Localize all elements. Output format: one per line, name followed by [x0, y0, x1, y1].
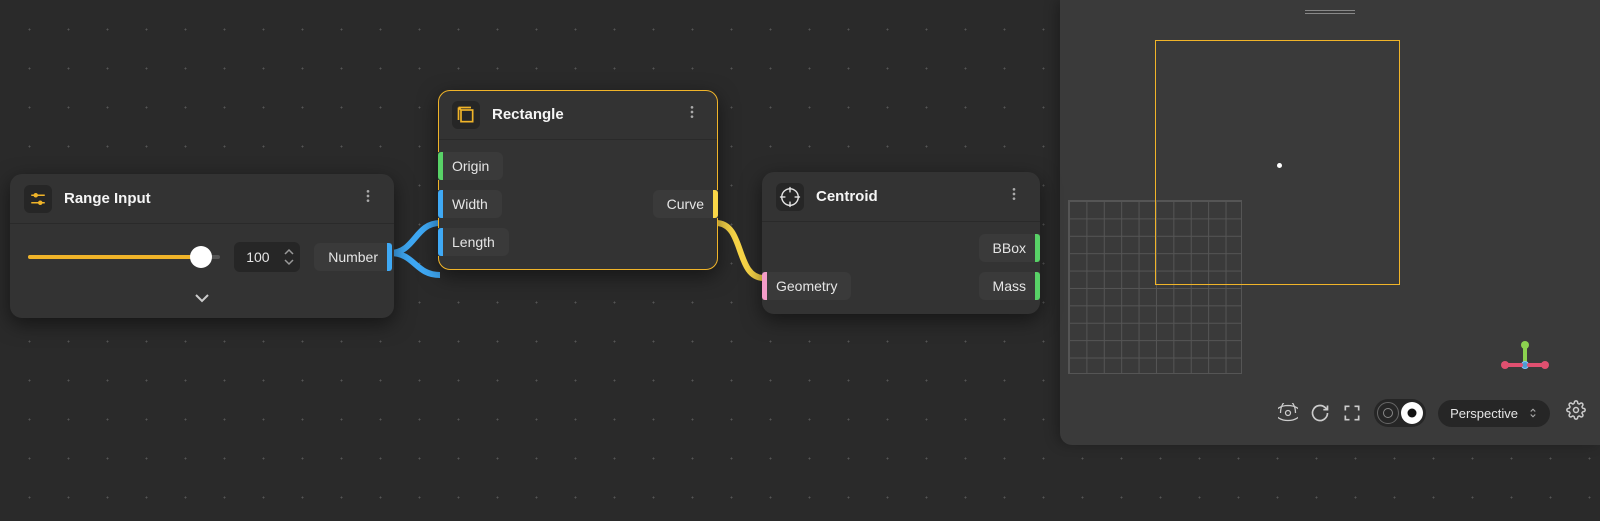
node-menu-button[interactable] — [356, 184, 380, 213]
shaded-mode[interactable] — [1401, 402, 1423, 424]
port-curve-out[interactable]: Curve — [653, 190, 718, 218]
projection-select[interactable]: Perspective — [1438, 400, 1550, 427]
range-value: 100 — [246, 249, 276, 265]
node-range-input[interactable]: Range Input 100 — [10, 174, 394, 318]
orbit-button[interactable] — [1278, 403, 1298, 423]
port-width-in[interactable]: Width — [438, 190, 502, 218]
port-number-out[interactable]: Number — [314, 243, 392, 271]
panel-drag-handle[interactable] — [1305, 10, 1355, 14]
node-menu-button[interactable] — [1002, 182, 1026, 211]
sliders-icon — [24, 185, 52, 213]
node-title: Range Input — [64, 190, 344, 207]
port-bbox-out[interactable]: BBox — [979, 234, 1040, 262]
node-centroid[interactable]: Centroid BBox Geometry Mass — [762, 172, 1040, 314]
node-header[interactable]: Rectangle — [438, 90, 718, 140]
node-menu-button[interactable] — [680, 100, 704, 129]
shading-toggle[interactable] — [1374, 399, 1426, 427]
range-number-input[interactable]: 100 — [234, 242, 300, 272]
node-title: Rectangle — [492, 106, 668, 123]
node-rectangle[interactable]: Rectangle Origin Width Curve Length — [438, 90, 718, 270]
node-title: Centroid — [816, 188, 990, 205]
node-header[interactable]: Centroid — [762, 172, 1040, 222]
refresh-button[interactable] — [1310, 403, 1330, 423]
port-mass-out[interactable]: Mass — [979, 272, 1040, 300]
port-length-in[interactable]: Length — [438, 228, 509, 256]
port-geometry-in[interactable]: Geometry — [762, 272, 851, 300]
fullscreen-button[interactable] — [1342, 403, 1362, 423]
expand-toggle[interactable] — [20, 284, 384, 304]
axis-gizmo[interactable] — [1505, 345, 1545, 385]
rectangle-icon — [452, 101, 480, 129]
settings-button[interactable] — [1566, 400, 1586, 425]
node-header[interactable]: Range Input — [10, 174, 394, 224]
preview-toolbar: Perspective — [1278, 399, 1550, 427]
step-up-button[interactable] — [284, 247, 294, 257]
preview-centroid-point — [1277, 163, 1282, 168]
wireframe-mode[interactable] — [1377, 402, 1399, 424]
port-origin-in[interactable]: Origin — [438, 152, 503, 180]
crosshair-icon — [776, 183, 804, 211]
range-slider[interactable] — [28, 245, 220, 269]
preview-panel: Perspective — [1060, 0, 1600, 445]
step-down-button[interactable] — [284, 257, 294, 267]
